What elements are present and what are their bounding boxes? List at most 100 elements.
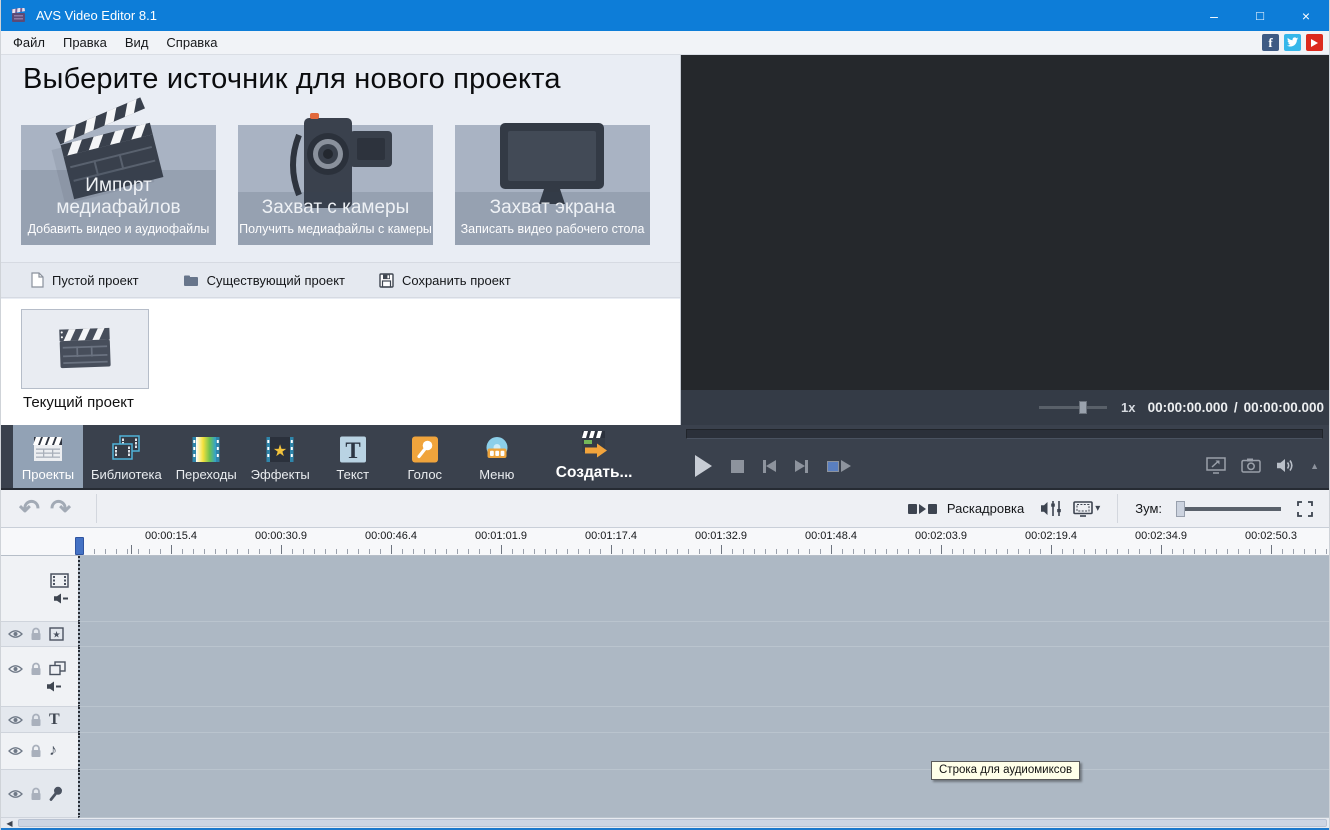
tab-text[interactable]: T Текст xyxy=(318,425,388,488)
empty-project-button[interactable]: Пустой проект xyxy=(31,272,139,288)
current-project-label: Текущий проект xyxy=(23,394,134,411)
capture-camera-card[interactable]: Захват с камеры Получить медиафайлы с ка… xyxy=(238,125,433,245)
menu-file[interactable]: Файл xyxy=(4,31,54,54)
menu-icon xyxy=(480,435,514,464)
ruler-major-ticks xyxy=(79,545,1329,554)
undo-button[interactable]: ↶ xyxy=(19,494,40,524)
lock-icon[interactable] xyxy=(30,662,42,676)
menu-view[interactable]: Вид xyxy=(116,31,158,54)
letter-t-glyph: T xyxy=(345,438,360,463)
play-fragment-button[interactable] xyxy=(827,460,851,472)
speaker-mute-icon[interactable] xyxy=(53,593,69,604)
facebook-icon[interactable]: f xyxy=(1262,34,1279,51)
menu-edit[interactable]: Правка xyxy=(54,31,116,54)
storyboard-label[interactable]: Раскадровка xyxy=(947,501,1024,516)
fit-timeline-icon[interactable] xyxy=(1297,501,1313,517)
stop-button[interactable] xyxy=(731,460,744,473)
eye-icon[interactable] xyxy=(8,664,23,674)
tab-voice[interactable]: Голос xyxy=(390,425,460,488)
play-button[interactable] xyxy=(695,455,712,477)
voice-track-row xyxy=(1,770,1329,818)
ruler-labels: 00:00:15.400:00:30.9 00:00:46.400:01:01.… xyxy=(116,530,1326,542)
menu-bar: Файл Правка Вид Справка f xyxy=(1,31,1329,55)
maximize-button[interactable]: □ xyxy=(1237,0,1283,31)
existing-project-button[interactable]: Существующий проект xyxy=(183,273,345,288)
library-icon xyxy=(109,435,143,464)
folder-icon xyxy=(183,274,199,287)
speaker-mute-icon[interactable] xyxy=(46,681,62,692)
project-actions-bar: Пустой проект Существующий проект xyxy=(1,262,680,298)
avs-video-editor-window: AVS Video Editor 8.1 – □ × Файл Правка В… xyxy=(0,0,1330,830)
tab-projects[interactable]: Проекты xyxy=(13,425,83,488)
fullscreen-icon[interactable] xyxy=(1206,457,1226,474)
horizontal-scrollbar[interactable]: ◀ xyxy=(1,818,1329,828)
svg-text:★: ★ xyxy=(52,630,60,640)
next-frame-button[interactable] xyxy=(795,460,808,473)
playhead-marker[interactable] xyxy=(75,537,84,555)
lock-icon[interactable] xyxy=(30,713,42,727)
current-project-thumbnail[interactable] xyxy=(21,309,149,389)
tab-create[interactable]: Создать... xyxy=(550,425,639,488)
snapshot-icon[interactable] xyxy=(1241,458,1261,473)
scrollbar-thumb[interactable] xyxy=(18,819,1327,827)
action-label: Существующий проект xyxy=(207,273,345,288)
volume-expand-icon[interactable]: ▲ xyxy=(1310,461,1319,471)
card-subtitle: Записать видео рабочего стола xyxy=(455,222,650,236)
card-subtitle: Добавить видео и аудиофайлы xyxy=(21,222,216,236)
zoom-label: Зум: xyxy=(1135,501,1162,516)
app-icon xyxy=(11,8,27,23)
eye-icon[interactable] xyxy=(8,746,23,756)
volume-icon[interactable] xyxy=(1276,458,1295,473)
monitor-small-icon xyxy=(1073,501,1093,517)
save-project-button[interactable]: Сохранить проект xyxy=(379,273,511,288)
tab-strip: Проекты Библиотека xyxy=(13,425,638,488)
tab-label: Меню xyxy=(479,467,514,482)
audio-mixer-icon[interactable] xyxy=(1040,500,1063,517)
tab-label: Библиотека xyxy=(91,467,162,482)
tab-label: Переходы xyxy=(176,467,237,482)
seek-bar[interactable] xyxy=(686,429,1323,439)
time-readout: 00:00:00.000 / 00:00:00.000 xyxy=(1148,400,1324,415)
scroll-left-button[interactable]: ◀ xyxy=(3,818,16,828)
tab-label: Эффекты xyxy=(251,467,310,482)
storyboard-icon[interactable] xyxy=(908,504,937,514)
playback-speed-slider[interactable] xyxy=(1039,406,1107,409)
current-time: 00:00:00.000 xyxy=(1148,400,1228,415)
effects-track-header: ★ xyxy=(1,622,78,647)
lock-icon[interactable] xyxy=(30,744,42,758)
tab-library[interactable]: Библиотека xyxy=(85,425,168,488)
close-button[interactable]: × xyxy=(1283,0,1329,31)
tab-effects[interactable]: ★ Эффекты xyxy=(245,425,316,488)
video-overlay-track-row xyxy=(1,647,1329,707)
tab-label: Проекты xyxy=(22,467,74,482)
display-mode-dropdown[interactable]: ▾ xyxy=(1073,501,1100,517)
lock-icon[interactable] xyxy=(30,627,42,641)
tab-label: Текст xyxy=(336,467,369,482)
lock-icon[interactable] xyxy=(30,787,42,801)
eye-icon[interactable] xyxy=(8,715,23,725)
speed-slider-handle[interactable] xyxy=(1079,401,1087,414)
eye-icon[interactable] xyxy=(8,629,23,639)
letter-t-icon: T xyxy=(49,712,60,728)
text-icon: T xyxy=(336,435,370,464)
twitter-icon[interactable] xyxy=(1284,34,1301,51)
music-note-icon: ♪ xyxy=(49,743,57,759)
previous-frame-button[interactable] xyxy=(763,460,776,473)
star-film-icon: ★ xyxy=(49,627,64,641)
project-clapperboard-icon xyxy=(54,322,116,376)
timeline-ruler[interactable]: 00:00:15.400:00:30.9 00:00:46.400:01:01.… xyxy=(1,528,1329,556)
voice-track-header xyxy=(1,770,78,818)
youtube-icon[interactable] xyxy=(1306,34,1323,51)
tab-transitions[interactable]: Переходы xyxy=(170,425,243,488)
redo-button[interactable]: ↷ xyxy=(50,494,71,524)
minimize-button[interactable]: – xyxy=(1191,0,1237,31)
capture-screen-card[interactable]: Захват экрана Записать видео рабочего ст… xyxy=(455,125,650,245)
video-preview-area xyxy=(681,55,1330,390)
timeline-zoom-slider[interactable] xyxy=(1176,507,1281,511)
text-track-row: T xyxy=(1,707,1329,733)
zoom-slider-handle[interactable] xyxy=(1176,501,1185,517)
tab-menu[interactable]: Меню xyxy=(462,425,532,488)
eye-icon[interactable] xyxy=(8,789,23,799)
import-media-card[interactable]: Импорт медиафайлов Добавить видео и ауди… xyxy=(21,125,216,245)
menu-help[interactable]: Справка xyxy=(157,31,226,54)
